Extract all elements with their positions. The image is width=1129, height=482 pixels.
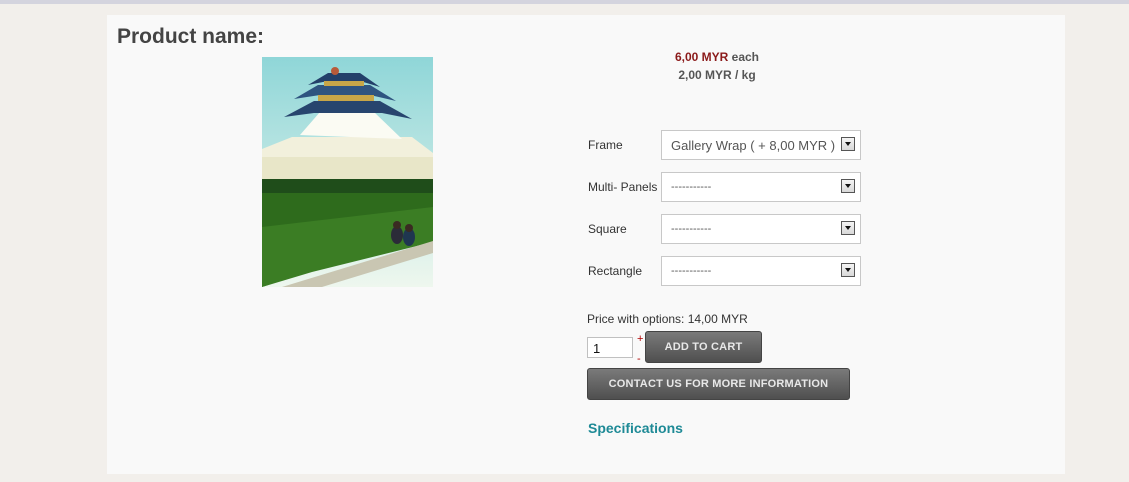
main-price: 6,00 MYR: [674, 50, 729, 64]
quantity-plus-button[interactable]: +: [637, 334, 643, 345]
quantity-minus-button[interactable]: -: [637, 354, 641, 365]
specifications-link[interactable]: Specifications: [588, 420, 683, 436]
product-title: Product name:: [117, 25, 265, 48]
product-image[interactable]: [262, 57, 433, 287]
price-block: 6,00 MYR each 2,00 MYR / kg: [617, 48, 817, 84]
chevron-down-icon[interactable]: [841, 263, 855, 277]
price-suffix: each: [728, 50, 760, 64]
product-image-graphic: [262, 57, 433, 287]
option-select-square[interactable]: -----------: [661, 214, 861, 244]
option-select-rectangle[interactable]: -----------: [661, 256, 861, 286]
option-select-value: -----------: [671, 181, 712, 193]
price-with-options: Price with options: 14,00 MYR: [587, 312, 748, 326]
option-select-value: -----------: [671, 265, 712, 277]
option-label-frame: Frame: [588, 138, 623, 152]
option-select-value: -----------: [671, 223, 712, 235]
chevron-down-icon[interactable]: [841, 137, 855, 151]
contact-us-button[interactable]: CONTACT US FOR MORE INFORMATION: [587, 368, 850, 400]
option-label-rectangle: Rectangle: [588, 264, 643, 278]
price-each: 6,00 MYR each: [617, 48, 817, 66]
option-select-multi-panels[interactable]: -----------: [661, 172, 861, 202]
top-border: [0, 0, 1129, 4]
unit-price: 2,00 MYR / kg: [678, 68, 756, 82]
quantity-input[interactable]: 1: [587, 337, 633, 358]
option-label-square: Square: [588, 222, 627, 236]
option-select-frame[interactable]: Gallery Wrap ( + 8,00 MYR ): [661, 130, 861, 160]
product-panel: Product name: 6,00 MYR each 2,00 MYR / k…: [107, 15, 1065, 474]
chevron-down-icon[interactable]: [841, 179, 855, 193]
option-label-multi-panels: Multi- Panels: [588, 180, 658, 194]
chevron-down-icon[interactable]: [841, 221, 855, 235]
option-select-value: Gallery Wrap ( + 8,00 MYR ): [671, 138, 836, 153]
add-to-cart-button[interactable]: ADD TO CART: [645, 331, 762, 363]
